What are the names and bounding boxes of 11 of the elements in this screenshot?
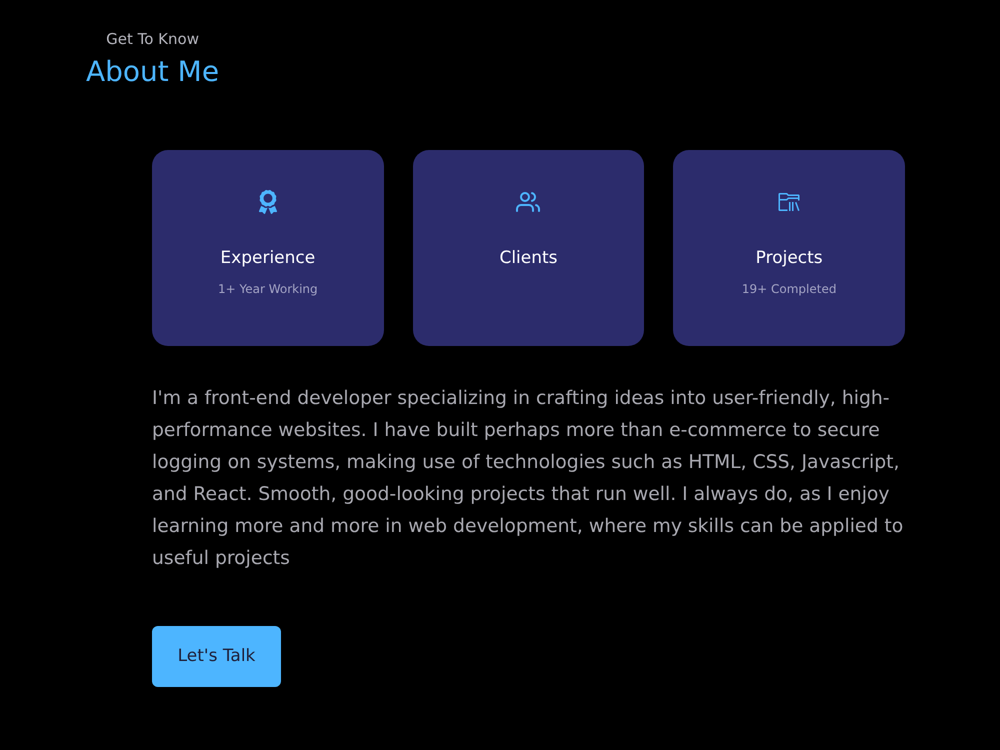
lets-talk-button[interactable]: Let's Talk (152, 626, 281, 687)
folder-icon (777, 190, 802, 214)
card-subtitle: 19+ Completed (742, 281, 836, 298)
card-subtitle: 1+ Year Working (218, 281, 318, 298)
users-icon (516, 190, 540, 214)
section-title: About Me (86, 54, 220, 90)
section-eyebrow: Get To Know (106, 29, 199, 49)
card-title: Projects (756, 247, 823, 270)
about-paragraph: I'm a front-end developer specializing in crafting ideas into user-friendly, high-performance websites. I have built perhaps more than e-commerce to secure logging on systems, making use of technologies such as HTML, CSS, Javascript, and React. Smooth, good-looking projects that run well. I always do, as I enjoy learning more and more in web development, where my skills can be applied to useful projects (152, 387, 904, 571)
card-title: Experience (220, 247, 316, 270)
card-title: Clients (499, 247, 558, 270)
